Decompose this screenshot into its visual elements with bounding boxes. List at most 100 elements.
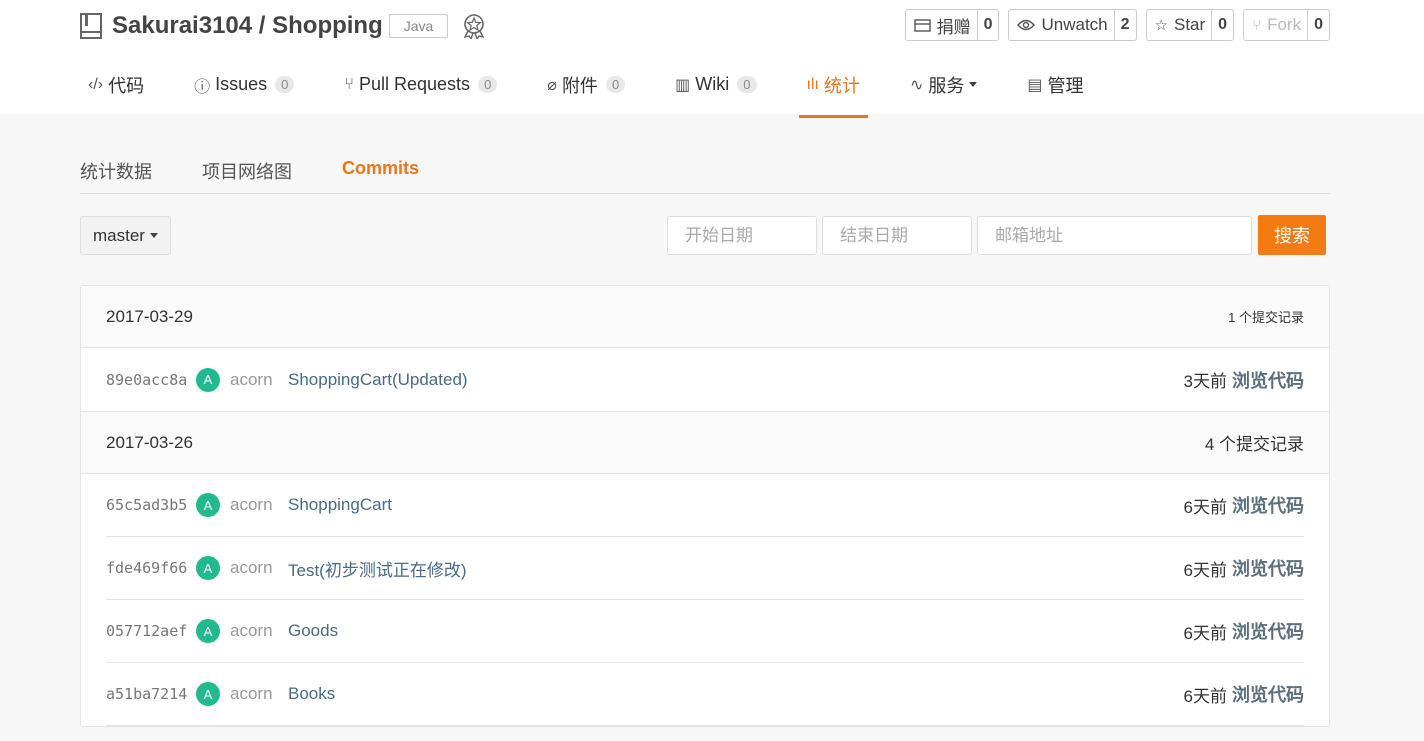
browse-code-link[interactable]: 浏览代码 (1232, 618, 1304, 644)
commit-sha-link[interactable]: a51ba7214 (106, 685, 193, 703)
commit-sha-link[interactable]: fde469f66 (106, 559, 193, 577)
watch-count[interactable]: 2 (1115, 10, 1136, 40)
unwatch-label-wrap[interactable]: Unwatch (1009, 10, 1115, 40)
avatar[interactable]: A (196, 367, 220, 392)
end-date-input[interactable] (822, 216, 972, 255)
fork-label-wrap[interactable]: ⑂ Fork (1244, 10, 1309, 40)
fork-button[interactable]: ⑂ Fork 0 (1243, 9, 1330, 41)
tab-statistics[interactable]: ılı 统计 (798, 66, 868, 118)
star-label-wrap[interactable]: ☆ Star (1147, 10, 1213, 40)
tab-count-badge: 0 (605, 76, 626, 93)
commit-row: 65c5ad3b5 A acorn ShoppingCart 6天前 浏览代码 (106, 474, 1304, 537)
tab-wiki[interactable]: ▥ Wiki 0 (667, 66, 764, 118)
tab-services[interactable]: ∿ 服务 (902, 66, 985, 118)
book-icon: ▥ (675, 76, 691, 94)
tab-issues[interactable]: ⓘ Issues 0 (186, 66, 302, 118)
commit-row: fde469f66 A acorn Test(初步测试正在修改) 6天前 浏览代… (106, 537, 1304, 600)
commit-message[interactable]: ShoppingCart (288, 495, 1184, 515)
language-badge[interactable]: Java (388, 14, 449, 38)
tab-label: 代码 (108, 75, 145, 96)
branch-label: master (93, 225, 145, 245)
subnav-commits[interactable]: Commits (342, 148, 419, 193)
subnav-stats-data[interactable]: 统计数据 (80, 148, 152, 193)
settings-doc-icon: ▤ (1027, 76, 1043, 94)
commit-message[interactable]: ShoppingCart(Updated) (288, 370, 1184, 390)
donate-label-wrap[interactable]: 捐赠 (906, 10, 978, 40)
commit-message[interactable]: Goods (288, 621, 1184, 641)
repo-book-icon (80, 13, 102, 39)
tab-label: Pull Requests (359, 74, 471, 94)
repo-name-link[interactable]: Sakurai3104 / Shopping (112, 12, 383, 40)
commit-time: 6天前 (1183, 560, 1227, 580)
branch-dropdown[interactable]: master (80, 216, 171, 255)
tab-label: Wiki (695, 74, 730, 94)
browse-code-link[interactable]: 浏览代码 (1232, 555, 1304, 581)
avatar[interactable]: A (196, 556, 220, 580)
commit-author[interactable]: acorn (230, 495, 278, 515)
unwatch-label: Unwatch (1041, 15, 1108, 34)
award-badge-icon[interactable] (462, 13, 486, 39)
stats-subnav: 统计数据 项目网络图 Commits (80, 148, 1330, 194)
commit-day-header: 2017-03-26 4 个提交记录 (81, 412, 1329, 474)
avatar[interactable]: A (196, 493, 220, 517)
commit-count: 4 个提交记录 (1204, 435, 1304, 454)
code-icon: ‹/› (88, 75, 104, 93)
commit-author[interactable]: acorn (230, 370, 278, 390)
star-icon: ☆ (1154, 17, 1168, 34)
commit-time: 3天前 (1183, 372, 1227, 391)
commit-message[interactable]: Books (288, 684, 1184, 704)
avatar[interactable]: A (196, 682, 220, 706)
chevron-down-icon (969, 82, 978, 87)
commit-sha-link[interactable]: 057712aef (106, 622, 193, 640)
browse-code-link[interactable]: 浏览代码 (1232, 367, 1304, 393)
search-button[interactable]: 搜索 (1258, 215, 1326, 255)
chevron-down-icon (149, 233, 158, 238)
commit-author[interactable]: acorn (230, 621, 278, 641)
tab-admin[interactable]: ▤ 管理 (1019, 66, 1091, 118)
tab-label: 服务 (928, 75, 965, 96)
commit-row: 89e0acc8a A acorn ShoppingCart(Updated) … (106, 348, 1304, 411)
commit-row: 057712aef A acorn Goods 6天前 浏览代码 (106, 600, 1304, 663)
commit-sha-link[interactable]: 89e0acc8a (106, 371, 193, 389)
commit-time: 6天前 (1183, 497, 1227, 517)
tab-pull-requests[interactable]: ⑂ Pull Requests 0 (336, 66, 505, 118)
donate-button[interactable]: 捐赠 0 (904, 9, 1000, 41)
commit-group: 65c5ad3b5 A acorn ShoppingCart 6天前 浏览代码 … (81, 474, 1329, 726)
repo-actions: 捐赠 0 Unwatch 2 ☆ Star 0 ⑂ Fork 0 (904, 9, 1330, 41)
repo-title-bar: Sakurai3104 / Shopping Java (80, 10, 486, 42)
pulse-icon: ∿ (909, 76, 924, 94)
browse-code-link[interactable]: 浏览代码 (1232, 681, 1304, 707)
repo-header: Sakurai3104 / Shopping Java 捐赠 0 Unwatch… (0, 0, 1424, 118)
pull-request-icon: ⑂ (344, 75, 354, 93)
subnav-network-graph[interactable]: 项目网络图 (202, 148, 292, 193)
star-button[interactable]: ☆ Star 0 (1145, 9, 1235, 41)
tab-code[interactable]: ‹/› 代码 (80, 66, 152, 118)
commit-list: 2017-03-29 1 个提交记录 89e0acc8a A acorn Sho… (80, 285, 1330, 727)
unwatch-button[interactable]: Unwatch 2 (1008, 9, 1137, 41)
fork-icon: ⑂ (1252, 16, 1262, 34)
commit-message[interactable]: Test(初步测试正在修改) (288, 556, 1184, 581)
email-input[interactable] (977, 216, 1252, 255)
paperclip-icon: ⌀ (547, 76, 557, 94)
commit-group: 89e0acc8a A acorn ShoppingCart(Updated) … (81, 348, 1329, 412)
browse-code-link[interactable]: 浏览代码 (1232, 492, 1304, 518)
commit-time: 6天前 (1183, 623, 1227, 643)
tab-attachments[interactable]: ⌀ 附件 0 (539, 66, 633, 118)
tab-count-badge: 0 (478, 76, 498, 93)
issue-icon: ⓘ (194, 78, 211, 96)
commit-author[interactable]: acorn (230, 684, 278, 704)
tab-count-badge: 0 (275, 76, 295, 93)
credit-card-icon (913, 18, 931, 32)
commit-row: a51ba7214 A acorn Books 6天前 浏览代码 (106, 663, 1304, 726)
tab-label: 统计 (823, 75, 860, 96)
avatar[interactable]: A (196, 619, 220, 643)
tab-count-badge: 0 (737, 76, 757, 93)
commit-author[interactable]: acorn (230, 558, 278, 578)
fork-count[interactable]: 0 (1308, 10, 1329, 40)
commit-sha-link[interactable]: 65c5ad3b5 (106, 496, 193, 514)
donate-count[interactable]: 0 (978, 10, 999, 40)
start-date-input[interactable] (667, 216, 817, 255)
star-count[interactable]: 0 (1212, 10, 1233, 40)
bar-chart-icon: ılı (806, 75, 819, 93)
tab-label: 管理 (1047, 75, 1084, 96)
